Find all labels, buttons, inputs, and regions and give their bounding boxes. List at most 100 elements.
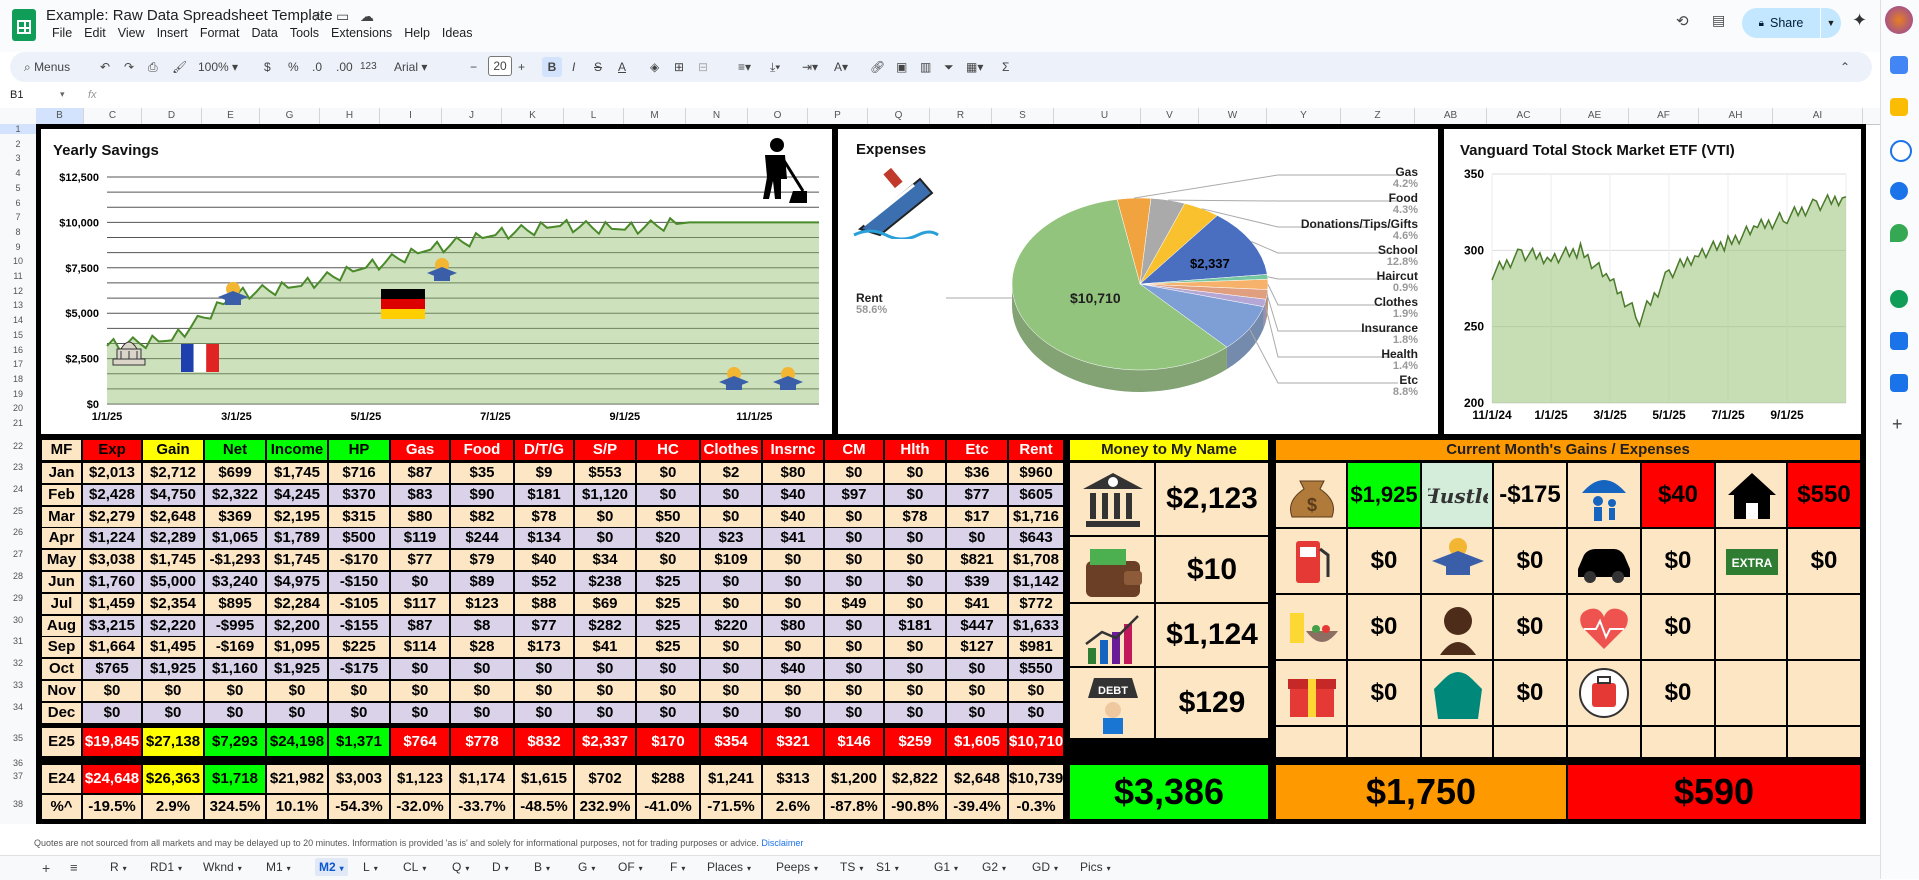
- gemini-icon[interactable]: ✦: [1852, 10, 1867, 31]
- row-header[interactable]: 21: [0, 418, 36, 428]
- tab-dropdown-icon[interactable]: ▾: [465, 864, 469, 873]
- table-cell[interactable]: $3,038: [82, 549, 142, 571]
- row-label[interactable]: E25: [41, 727, 82, 757]
- menu-file[interactable]: File: [46, 26, 78, 40]
- table-cell[interactable]: $0: [328, 702, 390, 724]
- table-cell[interactable]: $4,750: [142, 484, 204, 506]
- empty-cell[interactable]: [1641, 726, 1715, 758]
- decrease-decimal-button[interactable]: .0: [312, 57, 322, 77]
- tab-dropdown-icon[interactable]: ▾: [954, 864, 958, 873]
- insert-comment-icon[interactable]: ▣: [896, 57, 907, 77]
- total-2024-cell[interactable]: $2,822: [884, 764, 946, 794]
- table-cell[interactable]: $34: [574, 549, 636, 571]
- text-color-button[interactable]: A: [618, 57, 626, 77]
- total-2024-cell[interactable]: $1,241: [700, 764, 762, 794]
- font-size-increase-button[interactable]: +: [518, 57, 525, 77]
- table-cell[interactable]: $80: [762, 615, 824, 637]
- table-cell[interactable]: $3,240: [204, 571, 266, 593]
- table-cell[interactable]: $447: [946, 615, 1008, 637]
- month-label[interactable]: May: [41, 549, 82, 571]
- table-cell[interactable]: $52: [514, 571, 574, 593]
- sheet-tab-ts[interactable]: TS▾: [840, 860, 863, 874]
- addon-tn-icon[interactable]: [1890, 290, 1908, 308]
- tab-dropdown-icon[interactable]: ▾: [422, 864, 426, 873]
- table-cell[interactable]: $78: [884, 506, 946, 528]
- increase-decimal-button[interactable]: .00: [336, 57, 353, 77]
- column-header[interactable]: Z: [1341, 108, 1415, 124]
- table-cell[interactable]: $20: [636, 527, 700, 549]
- total-2025-cell[interactable]: $27,138: [142, 727, 204, 757]
- table-cell[interactable]: $40: [762, 658, 824, 680]
- table-cell[interactable]: $78: [514, 506, 574, 528]
- column-header[interactable]: J: [442, 108, 502, 124]
- table-cell[interactable]: $123: [450, 593, 514, 615]
- menu-help[interactable]: Help: [398, 26, 436, 40]
- row-header[interactable]: 1: [0, 124, 36, 134]
- table-cell[interactable]: $553: [574, 462, 636, 484]
- tab-dropdown-icon[interactable]: ▾: [238, 864, 242, 873]
- month-label[interactable]: Jul: [41, 593, 82, 615]
- table-cell[interactable]: $244: [450, 527, 514, 549]
- row-header[interactable]: 3: [0, 153, 36, 163]
- table-cell[interactable]: $0: [636, 658, 700, 680]
- table-cell[interactable]: -$155: [328, 615, 390, 637]
- table-cell[interactable]: $0: [884, 680, 946, 702]
- column-header[interactable]: H: [320, 108, 380, 124]
- sheet-tab-g2[interactable]: G2▾: [982, 860, 1006, 874]
- table-cell[interactable]: $2,648: [142, 506, 204, 528]
- table-cell[interactable]: $225: [328, 636, 390, 658]
- table-cell[interactable]: -$105: [328, 593, 390, 615]
- current-value[interactable]: $1,925: [1347, 462, 1421, 528]
- table-cell[interactable]: $0: [762, 702, 824, 724]
- money-total[interactable]: $3,386: [1069, 764, 1269, 820]
- menu-tools[interactable]: Tools: [284, 26, 325, 40]
- table-cell[interactable]: $0: [636, 702, 700, 724]
- month-label[interactable]: Jun: [41, 571, 82, 593]
- undo-icon[interactable]: ↶: [100, 57, 110, 77]
- borders-icon[interactable]: ⊞: [674, 57, 684, 77]
- vertical-align-icon[interactable]: ⤓▾: [770, 57, 780, 77]
- row-header[interactable]: 11: [0, 271, 36, 281]
- column-header[interactable]: AC: [1487, 108, 1561, 124]
- maps-icon[interactable]: [1890, 224, 1908, 242]
- table-cell[interactable]: $0: [636, 484, 700, 506]
- row-header[interactable]: 31: [0, 636, 36, 646]
- table-cell[interactable]: $5,000: [142, 571, 204, 593]
- table-cell[interactable]: $0: [574, 506, 636, 528]
- table-cell[interactable]: $500: [328, 527, 390, 549]
- sheet-tab-gd[interactable]: GD▾: [1032, 860, 1058, 874]
- row-header[interactable]: 37: [0, 771, 36, 781]
- menu-extensions[interactable]: Extensions: [325, 26, 398, 40]
- column-header[interactable]: U: [1069, 108, 1141, 124]
- column-header[interactable]: S: [992, 108, 1054, 124]
- table-cell[interactable]: $40: [762, 484, 824, 506]
- sheet-tab-cl[interactable]: CL▾: [403, 860, 426, 874]
- table-cell[interactable]: $0: [762, 636, 824, 658]
- table-cell[interactable]: -$175: [328, 658, 390, 680]
- table-cell[interactable]: $41: [762, 527, 824, 549]
- table-cell[interactable]: $41: [574, 636, 636, 658]
- table-header-food[interactable]: Food: [450, 439, 514, 461]
- table-cell[interactable]: $2,200: [266, 615, 328, 637]
- column-header[interactable]: O: [748, 108, 808, 124]
- empty-cell[interactable]: [1493, 726, 1567, 758]
- sheet-tab-rd1[interactable]: RD1▾: [150, 860, 182, 874]
- table-cell[interactable]: $1,633: [1008, 615, 1064, 637]
- total-2024-cell[interactable]: $1,718: [204, 764, 266, 794]
- empty-cell[interactable]: [1275, 726, 1347, 758]
- italic-button[interactable]: I: [572, 57, 575, 77]
- table-cell[interactable]: $0: [824, 506, 884, 528]
- table-cell[interactable]: $1,160: [204, 658, 266, 680]
- tasks-icon[interactable]: [1890, 140, 1912, 162]
- table-header-dtg[interactable]: D/T/G: [514, 439, 574, 461]
- total-2025-cell[interactable]: $259: [884, 727, 946, 757]
- column-header[interactable]: AI: [1773, 108, 1863, 124]
- table-cell[interactable]: $1,716: [1008, 506, 1064, 528]
- table-cell[interactable]: $981: [1008, 636, 1064, 658]
- row-header[interactable]: 17: [0, 359, 36, 369]
- table-cell[interactable]: $0: [574, 680, 636, 702]
- table-cell[interactable]: $370: [328, 484, 390, 506]
- empty-cell[interactable]: [1787, 726, 1861, 758]
- table-cell[interactable]: $716: [328, 462, 390, 484]
- table-cell[interactable]: $238: [574, 571, 636, 593]
